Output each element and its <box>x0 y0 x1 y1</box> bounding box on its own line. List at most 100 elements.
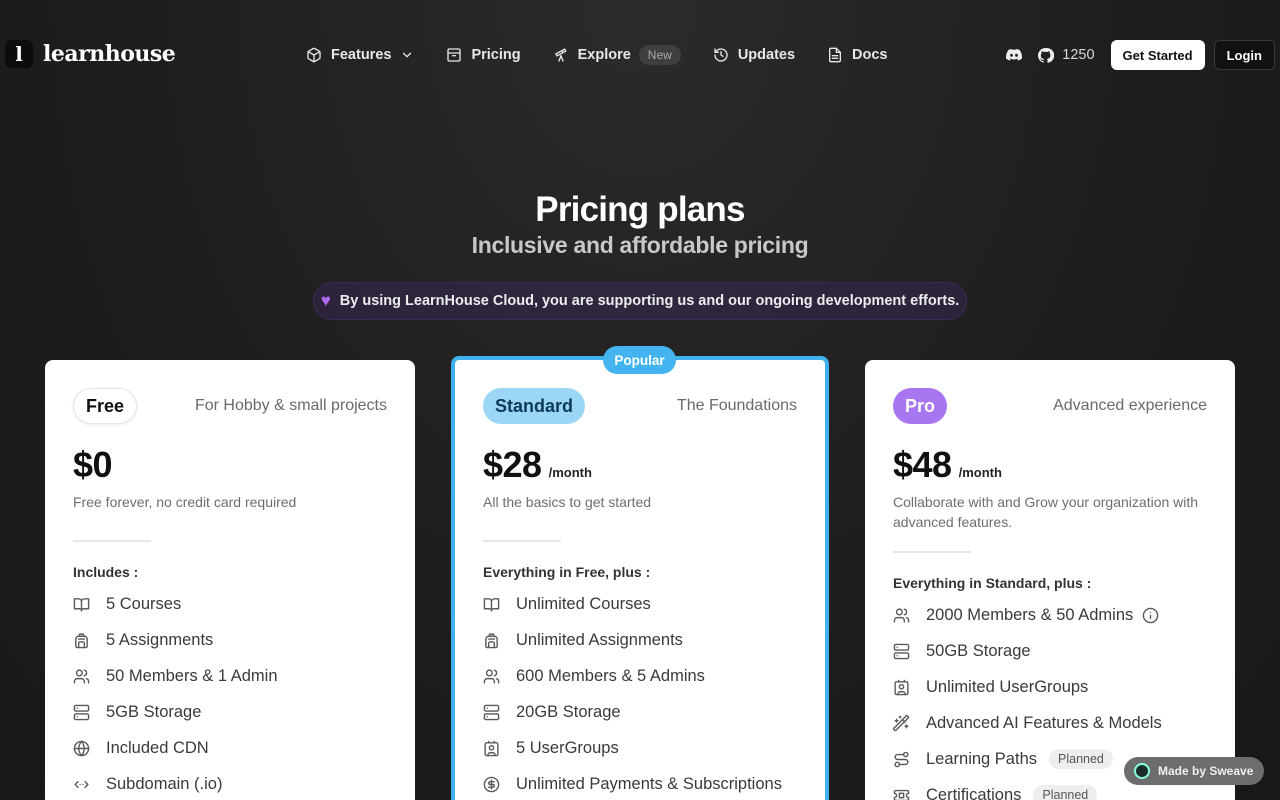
plan-period: /month <box>548 465 592 480</box>
dollar-circle-icon <box>483 776 500 792</box>
logo-text: learnhouse <box>43 41 176 67</box>
feature-label: 5 Courses <box>106 594 182 613</box>
feature-item: Unlimited Courses <box>483 586 797 622</box>
feature-label: 5GB Storage <box>106 702 202 721</box>
feature-item: Unlimited UserGroups <box>893 669 1207 705</box>
cube-icon <box>307 47 321 63</box>
plan-header: Pro Advanced experience <box>893 387 1207 425</box>
plan-header: Free For Hobby & small projects <box>73 387 387 425</box>
feature-item: Advanced AI Features & Models <box>893 705 1207 741</box>
feature-item: 5 Assignments <box>73 622 387 658</box>
plan-card-standard: Standard The Foundations $28 /month All … <box>451 356 829 800</box>
file-text-icon <box>829 47 842 63</box>
planned-badge: Planned <box>1049 749 1113 769</box>
feature-label: 2000 Members & 50 Admins <box>926 605 1134 624</box>
feature-item: 50 Members & 1 Admin <box>73 658 387 694</box>
feature-item: 5GB Storage <box>73 694 387 730</box>
github-link[interactable]: 1250 <box>1037 47 1095 64</box>
sweave-logo-icon <box>1134 763 1150 779</box>
feature-label: 600 Members & 5 Admins <box>516 666 705 685</box>
book-icon <box>483 597 500 612</box>
magic-wand-icon <box>893 714 910 731</box>
plan-card-pro: Pro Advanced experience $48 /month Colla… <box>865 360 1235 800</box>
plan-name-pill: Pro <box>893 388 948 424</box>
feature-item: 50GB Storage <box>893 633 1207 669</box>
feature-item: 600 Members & 5 Admins <box>483 658 797 694</box>
page-subtitle: Inclusive and affordable pricing <box>471 232 809 258</box>
info-icon[interactable] <box>1142 607 1159 624</box>
get-started-button[interactable]: Get Started <box>1110 40 1205 70</box>
plan-description: All the basics to get started <box>483 494 652 510</box>
new-badge: New <box>638 45 681 65</box>
feature-item: 2000 Members & 50 Admins <box>893 597 1207 633</box>
contact-icon <box>894 679 909 695</box>
made-by-sweave-badge[interactable]: Made by Sweave <box>1124 757 1264 785</box>
popular-badge: Popular <box>603 346 676 374</box>
feature-label: Learning Paths <box>926 749 1037 768</box>
feature-label: 20GB Storage <box>516 702 621 721</box>
top-nav: l learnhouse Features Pricing Explore Ne… <box>0 38 1280 72</box>
logo-mark: l <box>5 40 33 68</box>
price-row: $28 /month <box>483 444 797 486</box>
feature-label: Advanced AI Features & Models <box>926 713 1162 732</box>
server-icon <box>893 643 910 659</box>
globe-icon <box>73 740 90 756</box>
purple-heart-icon: ♥ <box>320 291 331 310</box>
logo[interactable]: l learnhouse <box>5 40 176 68</box>
feature-list: Unlimited Courses Unlimited Assignments … <box>483 586 797 800</box>
route-icon <box>894 751 909 767</box>
divider <box>483 540 561 542</box>
support-text: By using LearnHouse Cloud, you are suppo… <box>339 293 960 309</box>
plan-description: Free forever, no credit card required <box>73 494 297 510</box>
nav-features[interactable]: Features <box>306 47 414 63</box>
github-icon <box>1038 47 1055 63</box>
feature-item: Unlimited Assignments <box>483 622 797 658</box>
feature-label: Unlimited Payments & Subscriptions <box>516 774 782 793</box>
feature-label: 50GB Storage <box>926 641 1031 660</box>
nav-features-label: Features <box>331 47 392 63</box>
nav-docs[interactable]: Docs <box>827 47 888 63</box>
divider <box>73 540 151 542</box>
discord-icon[interactable] <box>1005 46 1023 64</box>
feature-label: 50 Members & 1 Admin <box>106 666 278 685</box>
users-icon <box>73 668 90 684</box>
github-stars: 1250 <box>1062 47 1095 63</box>
nav-explore-label: Explore <box>577 47 631 63</box>
includes-label: Everything in Free, plus : <box>483 564 651 580</box>
feature-label: Unlimited Courses <box>516 594 651 613</box>
plan-tagline: The Foundations <box>676 397 797 414</box>
plan-period: /month <box>958 465 1002 480</box>
archive-icon <box>447 48 462 62</box>
feature-item: 20GB Storage <box>483 694 797 730</box>
plan-price: $0 <box>73 444 113 485</box>
plan-price: $48 <box>893 444 952 485</box>
feature-item: Subdomain (.io) <box>73 766 387 800</box>
feature-item: 5 UserGroups <box>483 730 797 766</box>
feature-item: Unlimited Payments & Subscriptions <box>483 766 797 800</box>
nav-links: Features Pricing Explore New Updates Doc… <box>306 38 920 72</box>
nav-explore[interactable]: Explore New <box>553 45 681 65</box>
backpack-icon <box>485 632 498 648</box>
feature-label: Included CDN <box>106 738 209 757</box>
nav-docs-label: Docs <box>852 47 888 63</box>
feature-label: Certifications <box>926 785 1022 800</box>
plan-header: Standard The Foundations <box>483 387 797 425</box>
users-icon <box>893 607 910 623</box>
nav-pricing[interactable]: Pricing <box>446 47 521 63</box>
server-icon <box>73 704 90 720</box>
chevron-down-icon <box>403 52 412 58</box>
server-icon <box>483 704 500 720</box>
login-button[interactable]: Login <box>1213 40 1275 70</box>
contact-icon <box>484 740 499 756</box>
feature-label: Subdomain (.io) <box>106 774 223 793</box>
includes-label: Everything in Standard, plus : <box>893 575 1092 591</box>
planned-badge: Planned <box>1033 785 1098 800</box>
history-icon <box>714 48 728 62</box>
nav-updates[interactable]: Updates <box>713 47 795 63</box>
feature-label: 5 UserGroups <box>516 738 619 757</box>
plan-tagline: Advanced experience <box>1053 397 1207 414</box>
plan-tagline: For Hobby & small projects <box>194 397 387 414</box>
ticket-icon <box>893 789 910 800</box>
sweave-label: Made by Sweave <box>1158 764 1254 778</box>
telescope-icon <box>554 48 567 62</box>
